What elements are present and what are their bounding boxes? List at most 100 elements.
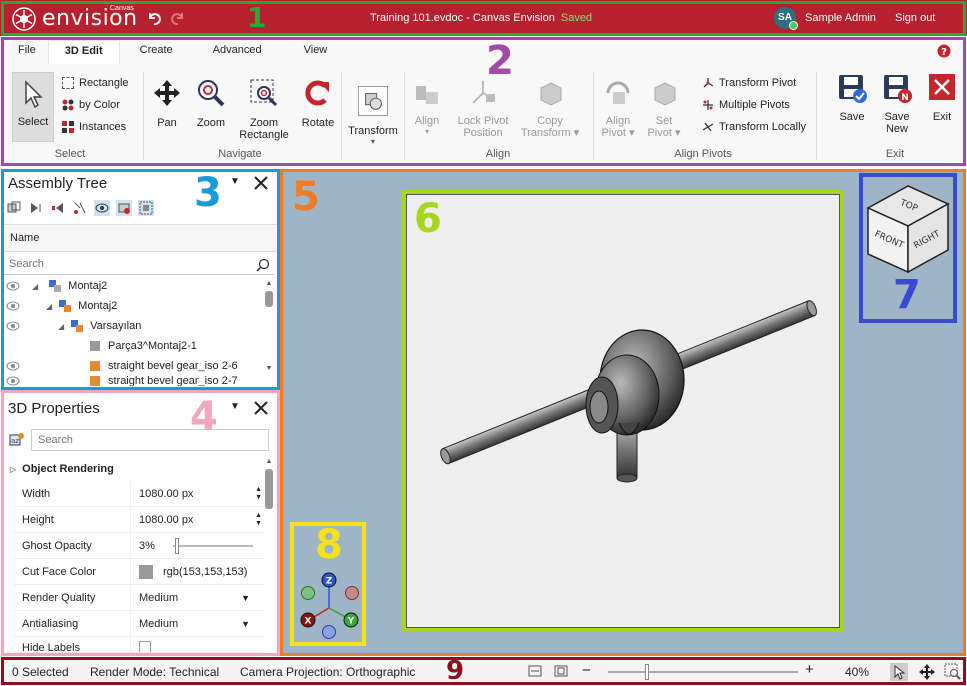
close-icon[interactable] [253, 175, 269, 191]
triad-neg-x-handle[interactable] [345, 586, 359, 600]
render-mode[interactable]: Render Mode: Technical [90, 665, 219, 679]
redo-icon[interactable] [170, 10, 186, 26]
sign-out-link[interactable]: Sign out [895, 12, 935, 24]
properties-search-input[interactable] [32, 430, 262, 450]
panel-menu-chevron-icon[interactable]: ▼ [230, 401, 240, 412]
antialiasing-select[interactable]: Medium ▼ [130, 611, 264, 636]
pan-button[interactable]: Pan [150, 78, 184, 129]
tree-row[interactable]: ◢ Varsayılan [6, 316, 141, 336]
ghost-opacity-slider[interactable] [173, 537, 253, 554]
pan-mode-icon[interactable] [918, 663, 936, 681]
properties-scrollbar[interactable]: ▲ [264, 458, 274, 652]
fit-selection-icon[interactable] [138, 200, 154, 216]
collapse-icon[interactable] [50, 200, 66, 216]
view-cube[interactable]: TOP FRONT RIGHT [866, 180, 950, 276]
transform-locally-toggle[interactable]: Transform Locally [702, 121, 806, 133]
tree-expand-icon[interactable]: ◢ [58, 322, 64, 331]
chevron-down-icon[interactable]: ▼ [241, 619, 264, 629]
chevron-down-icon[interactable]: ▼ [241, 593, 264, 603]
transform-button[interactable]: Transform ▾ [346, 86, 400, 146]
tree-row[interactable]: straight bevel gear_iso 2-7 [6, 376, 238, 386]
width-value[interactable]: 1080.00 px [139, 488, 193, 500]
tree-row[interactable]: straight bevel gear_iso 2-6 [6, 356, 238, 376]
scroll-up-icon[interactable]: ▲ [264, 280, 274, 287]
zoom-out-button[interactable]: − [582, 662, 591, 679]
camera-projection[interactable]: Camera Projection: Orthographic [240, 665, 415, 679]
multiple-pivots-toggle[interactable]: Multiple Pivots [702, 99, 790, 111]
zoom-rect-mode-icon[interactable] [944, 663, 962, 681]
height-value[interactable]: 1080.00 px [139, 514, 193, 526]
rotate-button[interactable]: Rotate [298, 78, 338, 129]
height-stepper[interactable]: ▲ ▼ [255, 512, 264, 528]
tree-search-box[interactable] [3, 255, 275, 275]
tree-search-input[interactable] [3, 255, 243, 273]
zoom-slider[interactable] [608, 664, 798, 680]
panel-menu-chevron-icon[interactable]: ▼ [230, 176, 240, 187]
eye-visible-icon[interactable] [6, 376, 20, 386]
properties-filter-icon[interactable]: az [9, 432, 25, 448]
tab-file[interactable]: File [6, 40, 48, 64]
tab-create[interactable]: Create [120, 40, 193, 64]
undo-icon[interactable] [146, 10, 162, 26]
eye-visible-icon[interactable] [6, 281, 20, 291]
eye-visible-icon[interactable] [6, 361, 20, 371]
save-button[interactable]: Save [832, 72, 872, 123]
lock-pivot-position-button[interactable]: Lock Pivot Position [454, 78, 512, 139]
property-height-value[interactable]: 1080.00 px ▲ ▼ [130, 507, 264, 532]
properties-search-box[interactable] [31, 429, 269, 451]
zoom-rectangle-button[interactable]: Zoom Rectangle [238, 78, 290, 141]
exit-button[interactable]: Exit [924, 72, 960, 123]
scroll-down-icon[interactable]: ▼ [264, 365, 274, 372]
tree-column-name[interactable]: Name [10, 232, 39, 244]
render-quality-select[interactable]: Medium ▼ [130, 585, 264, 610]
tab-view[interactable]: View [282, 40, 350, 64]
slider-thumb[interactable] [175, 537, 179, 554]
select-by-color-button[interactable]: by Color [62, 99, 120, 111]
property-ghost-opacity-value[interactable]: 3% [130, 533, 264, 558]
close-icon[interactable] [253, 400, 269, 416]
axis-triad[interactable]: Z X Y [294, 568, 364, 644]
zoom-slider-thumb[interactable] [645, 664, 650, 680]
tab-advanced[interactable]: Advanced [193, 40, 282, 64]
transform-pivot-toggle[interactable]: Transform Pivot [702, 77, 796, 89]
align-pivot-button[interactable]: Align Pivot ▾ [598, 78, 638, 139]
property-width-value[interactable]: 1080.00 px ▲ ▼ [130, 481, 264, 506]
eye-visible-icon[interactable] [6, 321, 20, 331]
select-rectangle-button[interactable]: Rectangle [62, 77, 129, 89]
section-object-rendering[interactable]: ▷ Object Rendering [10, 463, 114, 475]
hide-labels-value[interactable] [130, 637, 264, 652]
section-expand-icon[interactable]: ▷ [10, 465, 16, 474]
fit-all-icon[interactable] [554, 665, 568, 677]
tab-3d-edit[interactable]: 3D Edit [47, 40, 120, 64]
isolate-icon[interactable] [6, 200, 22, 216]
save-new-button[interactable]: N Save New [877, 72, 917, 135]
tree-expand-icon[interactable]: ◢ [46, 302, 52, 311]
property-cut-face-color-value[interactable]: rgb(153,153,153) [130, 559, 264, 584]
hide-labels-checkbox[interactable] [139, 641, 151, 652]
gearbox-model[interactable] [407, 195, 839, 627]
tree-row[interactable]: Parça3^Montaj2-1 [6, 336, 197, 356]
align-button[interactable]: Align ▾ [408, 78, 446, 136]
copy-transform-button[interactable]: Copy Transform ▾ [520, 78, 580, 139]
eye-visible-icon[interactable] [6, 301, 20, 311]
zoom-in-button[interactable]: + [805, 661, 814, 678]
tree-row[interactable]: ◢ Montaj2 [6, 276, 107, 296]
triad-neg-z-handle[interactable] [322, 625, 336, 639]
tree-scrollbar[interactable]: ▲ ▼ [264, 280, 274, 384]
triad-neg-y-handle[interactable] [301, 586, 315, 600]
zoom-button[interactable]: Zoom [194, 78, 228, 129]
properties-scroll-thumb[interactable] [265, 469, 273, 509]
expand-all-icon[interactable] [28, 200, 44, 216]
select-instances-button[interactable]: Instances [62, 121, 126, 133]
fit-width-icon[interactable] [528, 665, 542, 677]
visibility-filter-icon[interactable] [94, 200, 110, 216]
select-tree-icon[interactable] [72, 200, 88, 216]
set-pivot-button[interactable]: Set Pivot ▾ [644, 78, 684, 139]
user-name[interactable]: Sample Admin [805, 12, 876, 24]
tree-expand-icon[interactable]: ◢ [32, 282, 38, 291]
tree-row[interactable]: ◢ Montaj2 [6, 296, 117, 316]
help-icon[interactable]: ? [937, 44, 951, 58]
width-stepper[interactable]: ▲ ▼ [255, 486, 264, 502]
tree-scroll-thumb[interactable] [265, 291, 273, 307]
render-canvas[interactable] [406, 194, 840, 628]
